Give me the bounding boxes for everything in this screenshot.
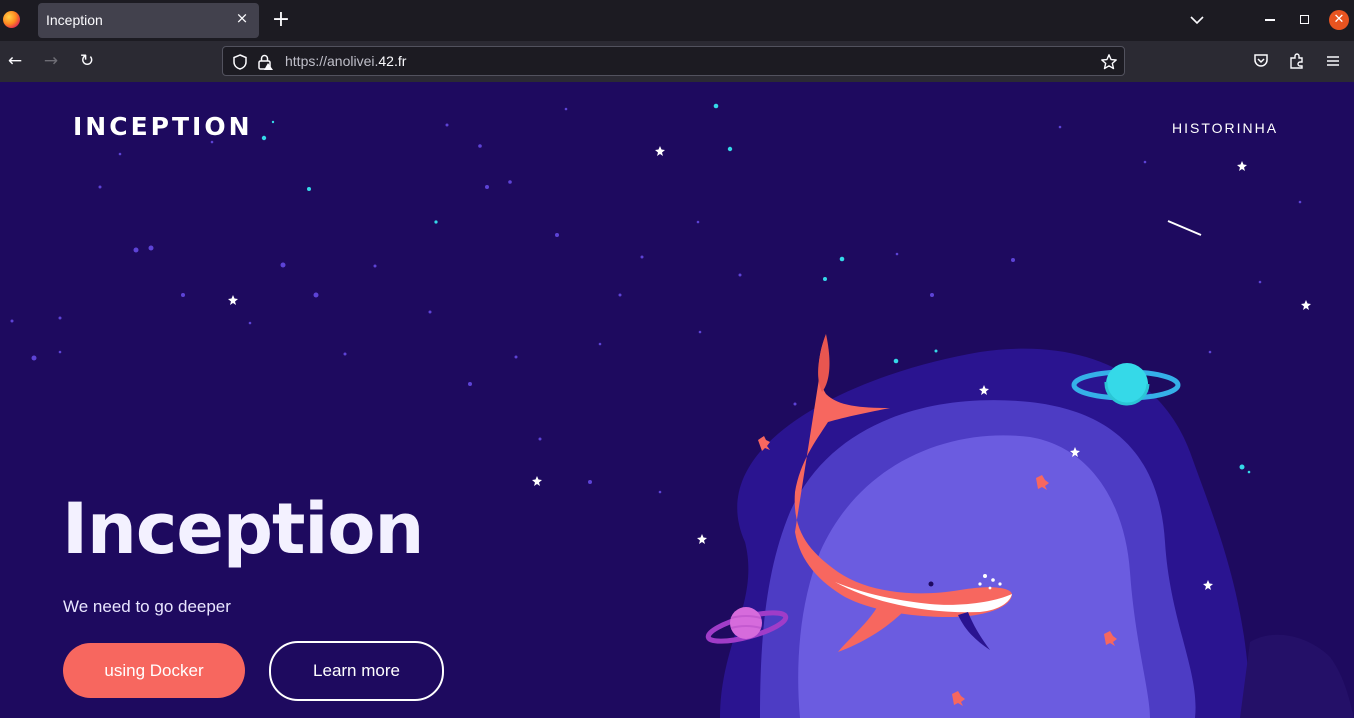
- browser-toolbar: ← → ↻ https://anolivei.42.fr: [0, 41, 1354, 83]
- star-bookmark-icon[interactable]: [1100, 53, 1118, 71]
- reload-icon[interactable]: ↻: [76, 50, 98, 72]
- url-text: https://anolivei.42.fr: [285, 53, 406, 69]
- hero-title: Inception: [62, 488, 424, 570]
- using-docker-button[interactable]: using Docker: [63, 643, 245, 698]
- shield-icon[interactable]: [231, 53, 249, 71]
- hero-subtitle: We need to go deeper: [63, 597, 231, 616]
- web-page: INCEPTION HISTORINHA Inception We need t…: [0, 82, 1354, 718]
- pocket-icon[interactable]: [1252, 52, 1270, 70]
- firefox-logo-icon[interactable]: [3, 11, 20, 28]
- maximize-icon[interactable]: [1300, 15, 1309, 24]
- close-icon[interactable]: ×: [235, 11, 249, 26]
- back-arrow-icon[interactable]: ←: [4, 50, 26, 72]
- insecure-lock-icon[interactable]: [256, 53, 274, 71]
- hamburger-menu-icon[interactable]: [1324, 52, 1342, 70]
- tab-title: Inception: [46, 12, 103, 28]
- whale-space-illustration: [705, 334, 1354, 718]
- minimize-icon[interactable]: [1265, 19, 1275, 21]
- nav-link-historinha[interactable]: HISTORINHA: [1172, 120, 1278, 136]
- browser-tab-bar: Inception × + ✕: [0, 0, 1354, 41]
- dark-bush: [1240, 634, 1354, 718]
- window-close-icon[interactable]: ✕: [1329, 10, 1349, 30]
- site-logo-text[interactable]: INCEPTION: [73, 112, 253, 141]
- forward-arrow-icon[interactable]: →: [40, 50, 62, 72]
- plus-icon[interactable]: +: [271, 9, 291, 31]
- learn-more-button[interactable]: Learn more: [269, 641, 444, 701]
- url-prefix: https://anolivei.: [285, 53, 379, 69]
- address-bar[interactable]: https://anolivei.42.fr: [222, 46, 1125, 76]
- url-host: 42.fr: [378, 53, 407, 69]
- extensions-icon[interactable]: [1288, 52, 1306, 70]
- browser-tab-inception[interactable]: Inception ×: [38, 3, 259, 38]
- chevron-down-icon[interactable]: [1188, 12, 1206, 28]
